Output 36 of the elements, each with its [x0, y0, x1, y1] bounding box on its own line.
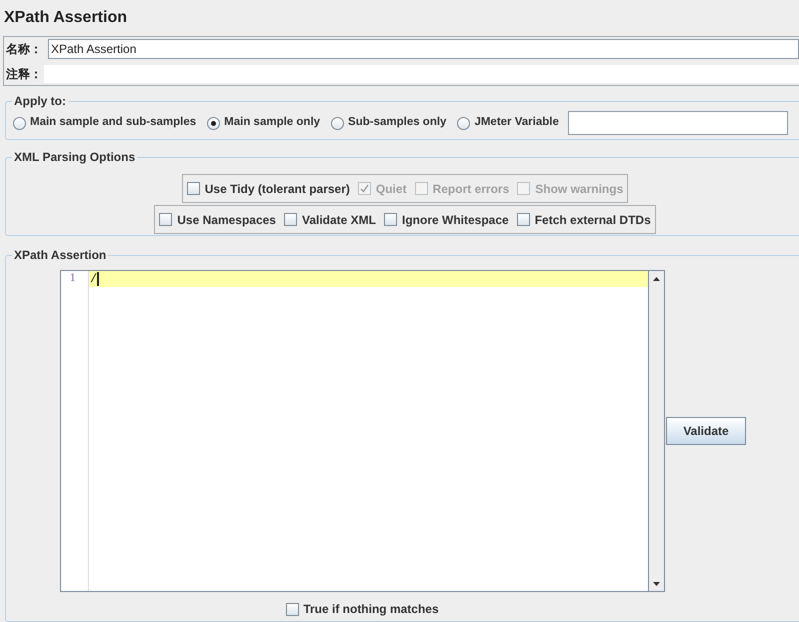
radio-label: Main sample and sub-samples	[30, 115, 196, 130]
radio-label: Sub-samples only	[348, 115, 446, 130]
checkbox-label: Use Tidy (tolerant parser)	[204, 180, 350, 198]
code-editor[interactable]: 1 /	[60, 270, 665, 592]
checkbox-label: Quiet	[376, 180, 407, 198]
field-label: 注释：	[5, 66, 43, 83]
checkbox[interactable]	[286, 602, 300, 616]
checkbox-label: Ignore Whitespace	[402, 212, 509, 228]
checkbox[interactable]	[384, 213, 398, 226]
checkbox-label: Report errors	[432, 180, 510, 198]
radio-button[interactable]	[331, 116, 344, 130]
radio-button[interactable]	[13, 116, 26, 130]
radio-label: JMeter Variable	[474, 115, 559, 130]
radio-button[interactable]	[207, 116, 220, 130]
checkbox[interactable]	[284, 213, 297, 226]
checkbox[interactable]	[186, 182, 200, 195]
checkbox-label: Validate XML	[302, 212, 376, 228]
validate-button[interactable]: Validate	[666, 417, 746, 445]
vertical-scrollbar[interactable]	[648, 271, 664, 591]
checkbox-label: Fetch external DTDs	[534, 212, 651, 228]
text-cursor	[97, 272, 100, 286]
name-field[interactable]: XPath Assertion	[48, 39, 799, 59]
panel-title: XPath Assertion	[3, 8, 128, 28]
checkbox-label: True if nothing matches	[303, 601, 439, 618]
group-title: XPath Assertion	[13, 247, 108, 264]
group-title: XML Parsing Options	[13, 149, 136, 166]
checkbox[interactable]	[516, 213, 530, 226]
field-label: 名称：	[4, 41, 43, 58]
radio-label: Main sample only	[224, 115, 320, 130]
group-title: Apply to:	[13, 93, 67, 110]
checkbox-label: Use Namespaces	[177, 212, 276, 228]
checkbox[interactable]	[159, 213, 172, 226]
radio-button[interactable]	[457, 116, 470, 130]
line-number: 1	[68, 272, 77, 286]
variable-field[interactable]	[568, 111, 788, 135]
checkbox-label: Show warnings	[535, 180, 624, 198]
